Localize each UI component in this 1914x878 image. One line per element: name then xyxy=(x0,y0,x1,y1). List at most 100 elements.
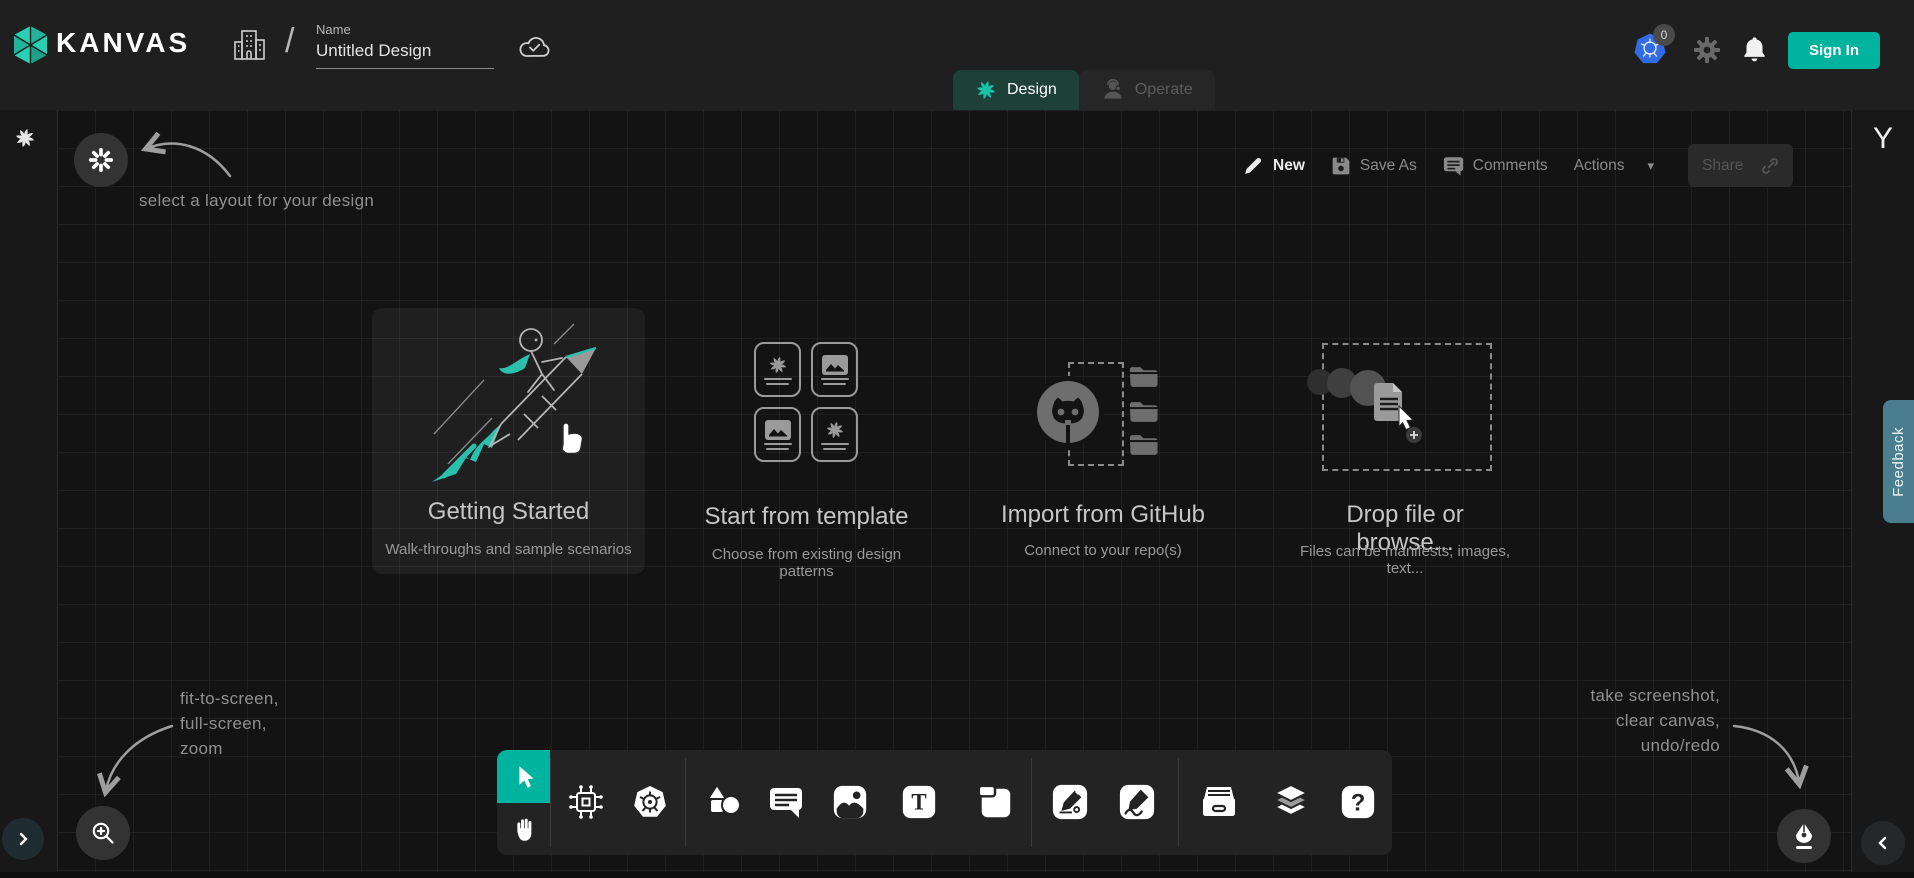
magnifier-plus-icon xyxy=(90,820,116,846)
kubernetes-tool[interactable] xyxy=(628,780,672,824)
image-icon xyxy=(765,420,791,440)
save-as-button[interactable]: Save As xyxy=(1331,156,1417,176)
component-tool[interactable] xyxy=(564,780,608,824)
kanvas-app: KANVAS / Name 0 xyxy=(0,0,1914,878)
question-mark-icon: ? xyxy=(1339,783,1377,821)
text-icon: T xyxy=(900,783,938,821)
layers-icon xyxy=(1271,783,1311,821)
comment-icon xyxy=(767,784,805,820)
cloud-saved-icon xyxy=(518,34,552,60)
template-tile-image xyxy=(754,407,801,462)
pen-nib-icon xyxy=(1791,821,1817,851)
note-icon xyxy=(976,783,1014,821)
pen-tool[interactable] xyxy=(1048,780,1092,824)
help-tool[interactable]: ? xyxy=(1336,780,1380,824)
pencil-icon xyxy=(1242,155,1264,177)
select-tool[interactable] xyxy=(497,750,550,803)
mode-tabs: Design Operate xyxy=(953,70,1215,110)
shapes-tool[interactable] xyxy=(701,780,745,824)
new-design-button[interactable]: New xyxy=(1242,155,1305,177)
comment-tool[interactable] xyxy=(764,780,808,824)
layout-selector-button[interactable] xyxy=(74,133,128,187)
drop-file-illustration xyxy=(1301,358,1441,458)
zoom-controls-button[interactable] xyxy=(76,806,130,860)
canvas-bottom-edge xyxy=(0,872,1914,878)
bottom-toolbar: T xyxy=(497,750,1392,855)
design-spiral-icon xyxy=(975,79,997,101)
text-tool[interactable]: T xyxy=(897,780,941,824)
layers-tool[interactable] xyxy=(1269,780,1313,824)
pencil-sketch-icon xyxy=(1118,783,1156,821)
getting-started-illustration xyxy=(404,314,614,492)
tab-design-label: Design xyxy=(1007,81,1057,99)
github-octocat-icon xyxy=(1032,376,1104,448)
link-icon xyxy=(1761,157,1779,175)
zoom-controls-hint: fit-to-screen, full-screen, zoom xyxy=(180,686,279,761)
image-icon xyxy=(831,783,869,821)
card-subtitle: Files can be manifests, images, text... xyxy=(1295,543,1515,577)
repo-folder-icon xyxy=(1128,399,1160,425)
design-canvas[interactable]: Y select a layout f xyxy=(0,110,1914,878)
toolbar-divider xyxy=(1178,758,1179,847)
getting-started-card[interactable]: Getting Started Walk-throughs and sample… xyxy=(372,308,645,574)
design-name-input[interactable] xyxy=(316,41,494,69)
tab-design[interactable]: Design xyxy=(953,70,1079,110)
template-tile-design xyxy=(754,342,801,397)
image-tool[interactable] xyxy=(828,780,872,824)
svg-text:?: ? xyxy=(1351,790,1366,817)
template-tile-design xyxy=(811,407,858,462)
card-subtitle: Choose from existing design patterns xyxy=(683,546,930,580)
header-actions: 0 Sign In xyxy=(1633,30,1880,70)
template-tiles xyxy=(754,342,858,462)
start-from-template-card[interactable]: Start from template Choose from existing… xyxy=(683,308,930,574)
design-action-toolbar: New Save As Comments Actions xyxy=(1242,144,1793,187)
chevron-down-icon: ▾ xyxy=(1648,158,1655,174)
left-dock-strip xyxy=(0,110,58,878)
settings-gear-icon[interactable] xyxy=(1693,36,1721,64)
layout-hint-text: select a layout for your design xyxy=(139,188,374,213)
collapse-right-panel-button[interactable] xyxy=(1861,821,1905,865)
design-name-label: Name xyxy=(316,22,494,37)
canvas-actions-hint: take screenshot, clear canvas, undo/redo xyxy=(1590,683,1720,758)
right-dock-toggle[interactable]: Y xyxy=(1852,122,1914,156)
breadcrumb-separator: / xyxy=(285,22,294,61)
template-tile-image xyxy=(811,342,858,397)
design-name-block: Name xyxy=(316,22,494,69)
import-from-github-card[interactable]: Import from GitHub Connect to your repo(… xyxy=(995,308,1211,574)
operator-headset-icon xyxy=(1101,78,1125,102)
layout-flower-icon xyxy=(88,147,114,173)
sketch-tool[interactable] xyxy=(1115,780,1159,824)
hand-icon xyxy=(511,815,537,843)
sign-in-button[interactable]: Sign In xyxy=(1788,32,1880,69)
k8s-context-switcher[interactable]: 0 xyxy=(1633,30,1673,70)
note-tool[interactable] xyxy=(973,780,1017,824)
toolbar-divider xyxy=(550,758,551,847)
drawer-icon xyxy=(1199,784,1239,820)
repo-folder-icon xyxy=(1128,432,1160,458)
card-title: Getting Started xyxy=(372,498,645,526)
toolbar-divider xyxy=(685,758,686,847)
drawer-tool[interactable] xyxy=(1197,780,1241,824)
comments-button[interactable]: Comments xyxy=(1443,156,1548,176)
tab-operate[interactable]: Operate xyxy=(1079,70,1215,110)
expand-left-panel-button[interactable] xyxy=(2,818,44,860)
brand-wordmark: KANVAS xyxy=(56,27,190,59)
organization-icon[interactable] xyxy=(230,26,268,64)
share-button-disabled[interactable]: Share xyxy=(1688,144,1793,187)
header-bar: KANVAS / Name 0 xyxy=(0,0,1914,110)
tab-operate-label: Operate xyxy=(1135,81,1193,99)
comment-bubble-icon xyxy=(1443,156,1464,176)
k8s-context-count-badge: 0 xyxy=(1653,24,1675,46)
pan-tool[interactable] xyxy=(497,803,550,855)
drop-file-card[interactable]: Drop file or browse... Files can be mani… xyxy=(1295,308,1515,574)
design-spiral-icon xyxy=(825,420,845,440)
notifications-bell-icon[interactable] xyxy=(1741,35,1768,65)
shapes-icon xyxy=(702,783,744,821)
feedback-tab[interactable]: Feedback xyxy=(1883,400,1914,523)
card-subtitle: Walk-throughs and sample scenarios xyxy=(372,541,645,558)
canvas-actions-button[interactable] xyxy=(1777,809,1831,863)
component-chip-icon xyxy=(566,782,606,822)
card-subtitle: Connect to your repo(s) xyxy=(995,542,1211,559)
kubernetes-wheel-icon xyxy=(630,782,670,822)
actions-dropdown[interactable]: Actions ▾ xyxy=(1574,157,1654,175)
